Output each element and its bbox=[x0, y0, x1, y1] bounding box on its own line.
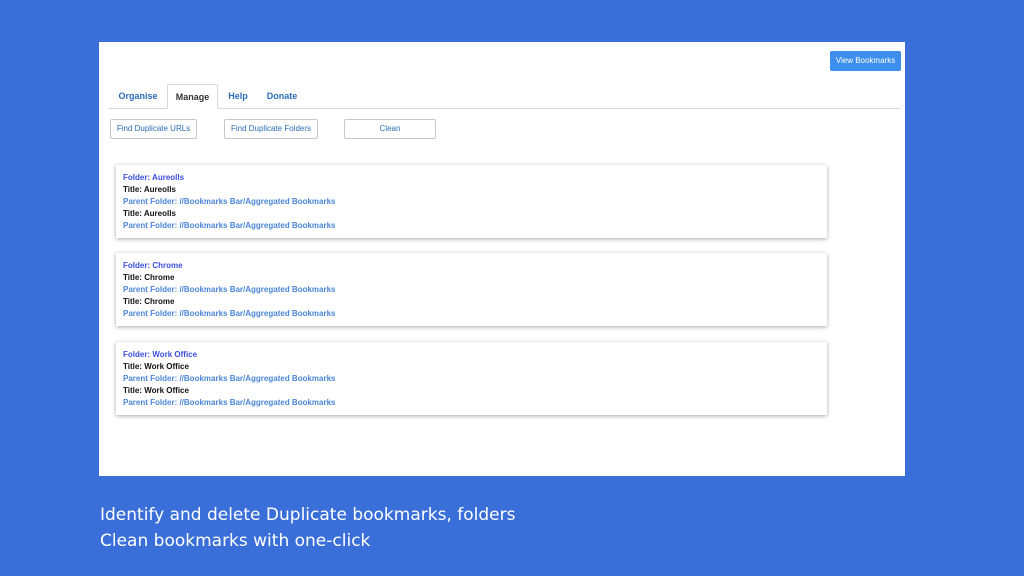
entry-parent-folder: Parent Folder: //Bookmarks Bar/Aggregate… bbox=[123, 309, 336, 318]
view-bookmarks-button[interactable]: View Bookmarks bbox=[830, 51, 901, 71]
duplicate-folder-card: Folder: Aureolls Title: Aureolls Parent … bbox=[116, 165, 827, 238]
folder-name: Folder: Work Office bbox=[123, 350, 198, 359]
find-duplicate-urls-button[interactable]: Find Duplicate URLs bbox=[110, 119, 197, 139]
entry-parent-folder: Parent Folder: //Bookmarks Bar/Aggregate… bbox=[123, 398, 336, 407]
tab-bar: Organise Manage Help Donate bbox=[109, 84, 901, 109]
tab-donate[interactable]: Donate bbox=[258, 84, 306, 108]
entry-title: Title: Chrome bbox=[123, 273, 175, 282]
folder-name: Folder: Chrome bbox=[123, 261, 183, 270]
tab-help[interactable]: Help bbox=[218, 84, 258, 108]
duplicate-folder-card: Folder: Work Office Title: Work Office P… bbox=[116, 342, 827, 415]
entry-parent-folder: Parent Folder: //Bookmarks Bar/Aggregate… bbox=[123, 285, 336, 294]
entry-title: Title: Work Office bbox=[123, 362, 189, 371]
folder-name: Folder: Aureolls bbox=[123, 173, 185, 182]
app-panel: View Bookmarks Organise Manage Help Dona… bbox=[99, 42, 905, 476]
entry-title: Title: Work Office bbox=[123, 386, 189, 395]
find-duplicate-folders-button[interactable]: Find Duplicate Folders bbox=[224, 119, 318, 139]
tab-manage[interactable]: Manage bbox=[167, 84, 218, 109]
entry-parent-folder: Parent Folder: //Bookmarks Bar/Aggregate… bbox=[123, 197, 336, 206]
duplicate-folder-card: Folder: Chrome Title: Chrome Parent Fold… bbox=[116, 253, 827, 326]
entry-parent-folder: Parent Folder: //Bookmarks Bar/Aggregate… bbox=[123, 374, 336, 383]
caption-line: Identify and delete Duplicate bookmarks,… bbox=[100, 505, 516, 525]
caption-line: Clean bookmarks with one-click bbox=[100, 531, 371, 551]
entry-title: Title: Aureolls bbox=[123, 185, 176, 194]
clean-button[interactable]: Clean bbox=[344, 119, 436, 139]
tab-organise[interactable]: Organise bbox=[109, 84, 167, 108]
entry-parent-folder: Parent Folder: //Bookmarks Bar/Aggregate… bbox=[123, 221, 336, 230]
entry-title: Title: Aureolls bbox=[123, 209, 176, 218]
entry-title: Title: Chrome bbox=[123, 297, 175, 306]
